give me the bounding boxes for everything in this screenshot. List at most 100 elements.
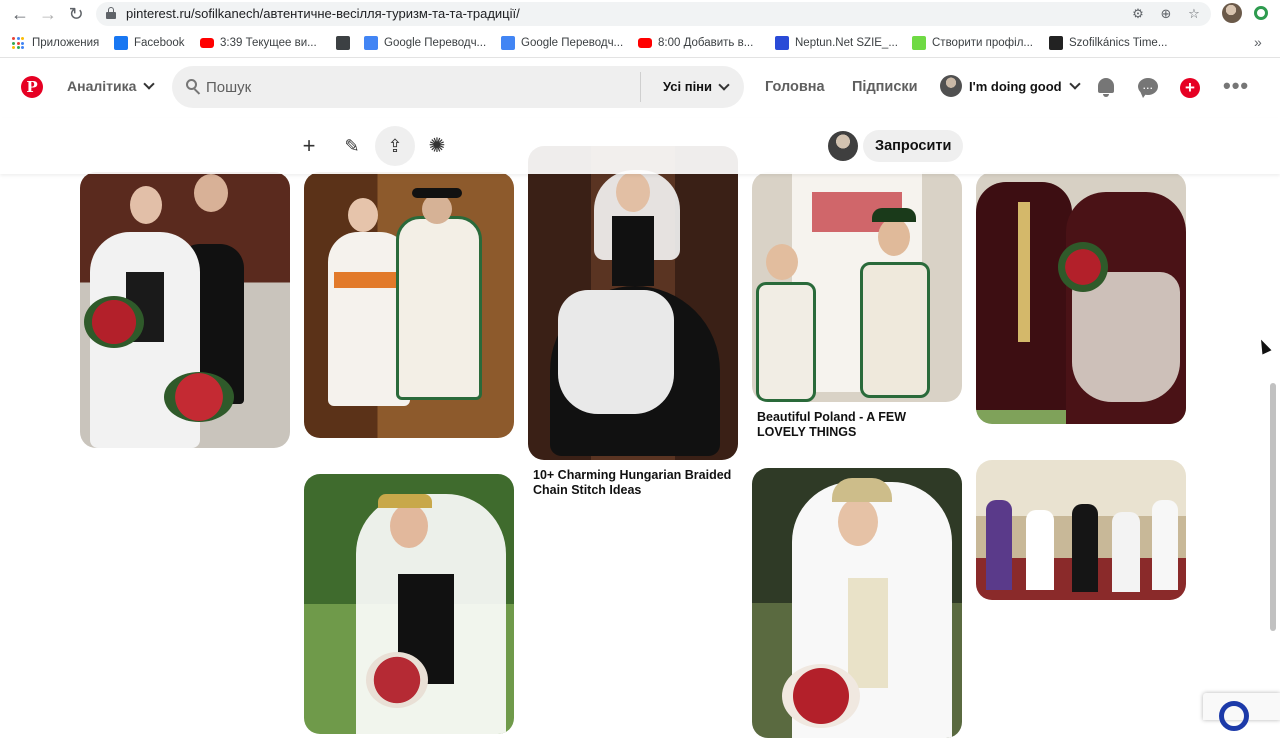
more-ideas-icon[interactable]: ✺	[417, 126, 457, 166]
bride-face	[390, 504, 428, 548]
back-arrow-icon[interactable]: ←	[10, 4, 30, 24]
bell-icon[interactable]	[1095, 77, 1117, 99]
analytics-label: Аналітика	[67, 78, 137, 94]
user-name: I'm doing good	[969, 78, 1062, 94]
bride-crown	[378, 494, 432, 508]
url-text: pinterest.ru/sofilkanech/автентичне-весі…	[126, 6, 520, 21]
search-bar[interactable]: Усі піни	[172, 66, 744, 108]
guest-figure	[1072, 504, 1098, 592]
bookmark-translate-1[interactable]: Google Переводч...	[364, 35, 486, 51]
chevron-down-icon	[143, 78, 156, 90]
nav-home[interactable]: Головна	[765, 79, 825, 95]
reload-icon[interactable]: ↻	[66, 4, 86, 24]
guest-figure	[1112, 512, 1140, 592]
pin-image[interactable]	[976, 460, 1186, 600]
bride-bodice	[612, 216, 654, 286]
pin-image[interactable]	[304, 474, 514, 734]
groom-face	[422, 194, 452, 224]
globe-icon	[336, 36, 350, 50]
apps-grid-icon	[12, 37, 24, 49]
guest-figure	[1026, 510, 1054, 590]
lock-icon	[106, 7, 116, 19]
guest-figure	[1152, 500, 1178, 590]
create-plus-icon[interactable]: +	[1179, 77, 1201, 99]
pin-image[interactable]	[752, 172, 962, 402]
invite-group: Запросити	[828, 130, 964, 162]
youtube-icon	[638, 38, 652, 48]
more-bookmarks-icon[interactable]: »	[1254, 34, 1262, 50]
bookmark-upwork[interactable]: Створити профіл...	[912, 35, 1033, 51]
search-divider	[640, 72, 641, 102]
toggl-icon	[1049, 36, 1063, 50]
lace-apron	[1072, 272, 1180, 402]
pin-image[interactable]	[528, 146, 738, 460]
lace-bodice	[848, 578, 888, 688]
recaptcha-icon	[1219, 701, 1249, 731]
add-icon[interactable]: ⊕	[1158, 6, 1174, 22]
lace-apron	[558, 290, 674, 414]
share-icon[interactable]: ⇪	[375, 126, 415, 166]
pin-caption[interactable]: Beautiful Poland - A FEW LOVELY THINGS	[757, 410, 957, 440]
search-input[interactable]	[206, 66, 636, 108]
translate-icon[interactable]: ⚙	[1130, 6, 1146, 22]
bookmark-translate-2[interactable]: Google Переводч...	[501, 35, 623, 51]
messages-icon[interactable]: ...	[1137, 77, 1159, 99]
forward-arrow-icon[interactable]: →	[38, 4, 58, 24]
avatar	[940, 75, 962, 97]
child-face	[766, 244, 798, 280]
bookmark-youtube-2[interactable]: 8:00 Добавить в...	[638, 35, 753, 51]
user-menu[interactable]: I'm doing good	[940, 75, 1081, 97]
page-scrollbar[interactable]	[1270, 383, 1276, 631]
pin-caption[interactable]: 10+ Charming Hungarian Braided Chain Sti…	[533, 468, 733, 498]
star-icon[interactable]: ☆	[1186, 6, 1202, 22]
bookmark-facebook[interactable]: Facebook	[114, 35, 185, 51]
bouquet	[366, 652, 428, 708]
add-pin-icon[interactable]: +	[289, 126, 329, 166]
bride-face	[348, 198, 378, 232]
facebook-icon	[114, 36, 128, 50]
bouquet	[782, 664, 860, 728]
bride-face	[616, 172, 650, 212]
invite-button[interactable]: Запросити	[863, 130, 964, 162]
recaptcha-badge[interactable]	[1203, 693, 1280, 731]
chevron-down-icon	[718, 78, 730, 91]
pins-filter-dropdown[interactable]: Усі піни	[663, 78, 730, 94]
bookmark-apps[interactable]: Приложения	[12, 35, 99, 51]
bookmark-toggl[interactable]: Szofilkánics Time...	[1049, 35, 1167, 51]
pin-image[interactable]	[80, 172, 290, 448]
pinterest-header: P Аналітика Усі піни Головна Підписки I'…	[0, 58, 1280, 118]
chevron-down-icon	[1068, 78, 1081, 90]
profile-avatar[interactable]	[1222, 3, 1242, 23]
pin-image[interactable]	[304, 172, 514, 438]
table-flowers	[164, 372, 234, 422]
google-translate-icon	[364, 36, 378, 50]
more-options-icon[interactable]: •••	[1223, 73, 1249, 99]
pin-image[interactable]	[752, 468, 962, 738]
extension-icon[interactable]	[1254, 6, 1268, 20]
pin-image[interactable]	[976, 172, 1186, 424]
groom-hat	[412, 188, 462, 198]
bride-face	[130, 186, 162, 224]
bouquet	[84, 296, 144, 348]
youtube-icon	[200, 38, 214, 48]
pins-filter-label: Усі піни	[663, 79, 713, 94]
bouquet	[1058, 242, 1108, 292]
search-icon	[186, 79, 202, 95]
address-bar[interactable]: pinterest.ru/sofilkanech/автентичне-весі…	[96, 2, 1211, 26]
bride-crown	[832, 478, 892, 502]
bookmark-neptun[interactable]: Neptun.Net SZIE_...	[775, 35, 898, 51]
groom-face	[194, 174, 228, 212]
pinterest-logo-icon[interactable]: P	[21, 76, 43, 98]
child-face	[878, 218, 910, 256]
bookmark-globe[interactable]	[336, 35, 356, 51]
dress-belt	[334, 272, 404, 288]
bookmark-youtube-1[interactable]: 3:39 Текущее ви...	[200, 35, 317, 51]
nav-following[interactable]: Підписки	[852, 79, 918, 95]
upwork-icon	[912, 36, 926, 50]
collaborator-avatar[interactable]	[828, 131, 858, 161]
guest-figure	[986, 500, 1012, 590]
edit-pencil-icon[interactable]: ✎	[332, 126, 372, 166]
analytics-menu[interactable]: Аналітика	[67, 78, 156, 94]
groom-coat	[396, 216, 482, 400]
gold-braid	[1018, 202, 1030, 342]
